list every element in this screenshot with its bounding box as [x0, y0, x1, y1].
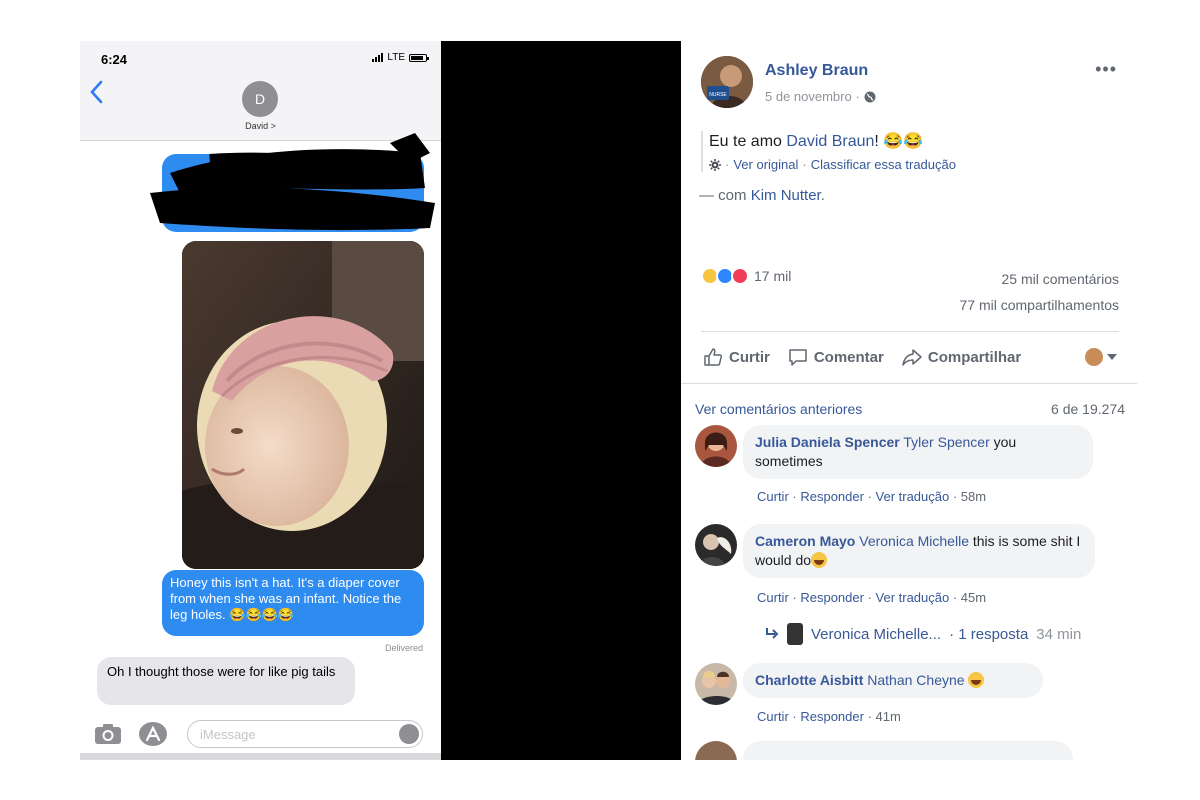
comment-translate-link[interactable]: Ver tradução [876, 590, 950, 605]
see-original-link[interactable]: Ver original [733, 157, 798, 172]
home-indicator-strip [80, 753, 441, 760]
translation-row: · Ver original · Classificar essa traduç… [709, 157, 1121, 172]
commenter-avatar[interactable] [695, 524, 737, 566]
contact-name[interactable]: David > [80, 121, 441, 131]
conversation-header: 6:24 LTE D David > [80, 41, 441, 141]
comment-bubble: Charlotte Aisbitt Nathan Cheyne [743, 663, 1043, 698]
thumbs-up-icon [704, 348, 723, 366]
share-label: Compartilhar [927, 348, 1022, 366]
imessage-input[interactable]: iMessage [187, 720, 423, 748]
reply-author[interactable]: Veronica Michelle... [811, 626, 941, 643]
reply-arrow-icon [766, 628, 779, 639]
viewer-avatar [1085, 348, 1103, 366]
camera-icon[interactable] [94, 723, 122, 745]
tagged-user-link[interactable]: Nathan Cheyne [867, 672, 964, 688]
reaction-summary[interactable]: 17 mil [701, 267, 791, 285]
post-text-suffix: ! 😂😂 [874, 133, 924, 150]
with-suffix: . [820, 187, 825, 204]
comment-reply-link[interactable]: Responder [800, 590, 864, 605]
laughing-emoji-icon [968, 672, 985, 688]
gear-icon [709, 158, 721, 171]
black-panel [441, 41, 681, 760]
speech-bubble-icon [789, 349, 807, 366]
facebook-post: NURSE Ashley Braun 5 de novembro · ••• E… [681, 41, 1137, 760]
view-previous-comments-link[interactable]: Ver comentários anteriores [695, 401, 862, 417]
contact-avatar[interactable]: D [242, 81, 278, 117]
comment-like-link[interactable]: Curtir [757, 489, 789, 504]
comment-reply-link[interactable]: Responder [800, 709, 864, 724]
author-avatar[interactable]: NURSE [701, 56, 753, 108]
comment-position: 6 de 19.274 [1051, 401, 1125, 417]
back-chevron-icon[interactable] [88, 79, 106, 105]
like-button[interactable]: Curtir [703, 347, 770, 367]
with-user-link[interactable]: Kim Nutter [751, 187, 821, 204]
post-text-prefix: Eu te amo [709, 133, 787, 150]
comment-time[interactable]: 41m [876, 709, 901, 724]
with-tag: — com Kim Nutter. [699, 187, 825, 204]
reply-count[interactable]: · 1 resposta [949, 626, 1028, 643]
network-label: LTE [387, 52, 405, 63]
status-indicators: LTE [372, 52, 429, 63]
comment-bubble [743, 741, 1073, 760]
post-meta: 5 de novembro · [765, 89, 876, 104]
share-button[interactable]: Compartilhar [902, 347, 1021, 367]
like-label: Curtir [729, 348, 770, 366]
battery-icon [409, 53, 429, 62]
sent-message-bubble: Honey this isn't a hat. It's a diaper co… [162, 570, 424, 636]
tagged-user-link[interactable]: Veronica Michelle [859, 533, 969, 549]
commenter-name[interactable]: Charlotte Aisbitt [755, 672, 863, 688]
comment-time[interactable]: 45m [961, 590, 986, 605]
comment-button[interactable]: Comentar [788, 347, 884, 367]
reply-avatar [787, 623, 803, 645]
comment-meta: Curtir · Responder · Ver tradução · 58m [757, 489, 987, 504]
love-reaction-icon [731, 267, 749, 285]
post-date[interactable]: 5 de novembro · [765, 89, 860, 104]
globe-icon [864, 91, 876, 102]
with-prefix: — com [699, 187, 751, 204]
more-options-icon[interactable]: ••• [1095, 59, 1117, 80]
tagged-user-link[interactable]: David Braun [786, 133, 874, 150]
imessage-screenshot: 6:24 LTE D David > Honey this isn't a ha… [80, 41, 441, 760]
action-bar: Curtir Comentar Compartilhar [703, 345, 1123, 369]
commenter-name[interactable]: Julia Daniela Spencer [755, 434, 900, 450]
app-store-icon[interactable] [138, 721, 168, 747]
author-name[interactable]: Ashley Braun [765, 62, 868, 80]
delivered-status: Delivered [384, 643, 423, 653]
received-message-bubble: Oh I thought those were for like pig tai… [97, 657, 355, 705]
post-text: Eu te amo David Braun! 😂😂 [709, 131, 1121, 153]
caret-down-icon [1107, 354, 1117, 360]
share-count[interactable]: 77 mil compartilhamentos [959, 297, 1119, 313]
imessage-placeholder: iMessage [200, 727, 256, 742]
status-time: 6:24 [101, 52, 128, 67]
child-photo[interactable] [182, 241, 424, 569]
stats-divider [701, 331, 1119, 332]
svg-text:NURSE: NURSE [709, 92, 727, 98]
comment-like-link[interactable]: Curtir [757, 590, 789, 605]
comment-meta: Curtir · Responder · 41m [757, 709, 901, 724]
post-as-selector[interactable] [1085, 348, 1117, 366]
commenter-name[interactable]: Cameron Mayo [755, 533, 855, 549]
laughing-emoji-icon [811, 552, 828, 568]
reply-time: 34 min [1036, 625, 1082, 643]
rate-translation-link[interactable]: Classificar essa tradução [811, 157, 956, 172]
redaction-scribble [150, 133, 435, 231]
comment-reply-link[interactable]: Responder [800, 489, 864, 504]
comment-count[interactable]: 25 mil comentários [1002, 271, 1120, 287]
post-body: Eu te amo David Braun! 😂😂 · Ver original… [701, 131, 1121, 172]
tagged-user-link[interactable]: Tyler Spencer [903, 434, 989, 450]
comment-like-link[interactable]: Curtir [757, 709, 789, 724]
comment-bubble: Cameron Mayo Veronica Michelle this is s… [743, 524, 1095, 578]
comment-translate-link[interactable]: Ver tradução [876, 489, 950, 504]
reaction-count: 17 mil [754, 268, 792, 284]
comment-label: Comentar [813, 348, 884, 366]
microphone-icon[interactable] [399, 724, 419, 744]
comment-bubble: Julia Daniela Spencer Tyler Spencer you … [743, 425, 1093, 479]
comment-time[interactable]: 58m [961, 489, 986, 504]
replies-row[interactable]: Veronica Michelle... · 1 resposta 34 min [765, 623, 1081, 645]
signal-icon [372, 53, 384, 62]
share-arrow-icon [902, 349, 922, 366]
commenter-avatar[interactable] [695, 425, 737, 467]
comment-meta: Curtir · Responder · Ver tradução · 45m [757, 590, 987, 605]
commenter-avatar[interactable] [695, 663, 737, 705]
